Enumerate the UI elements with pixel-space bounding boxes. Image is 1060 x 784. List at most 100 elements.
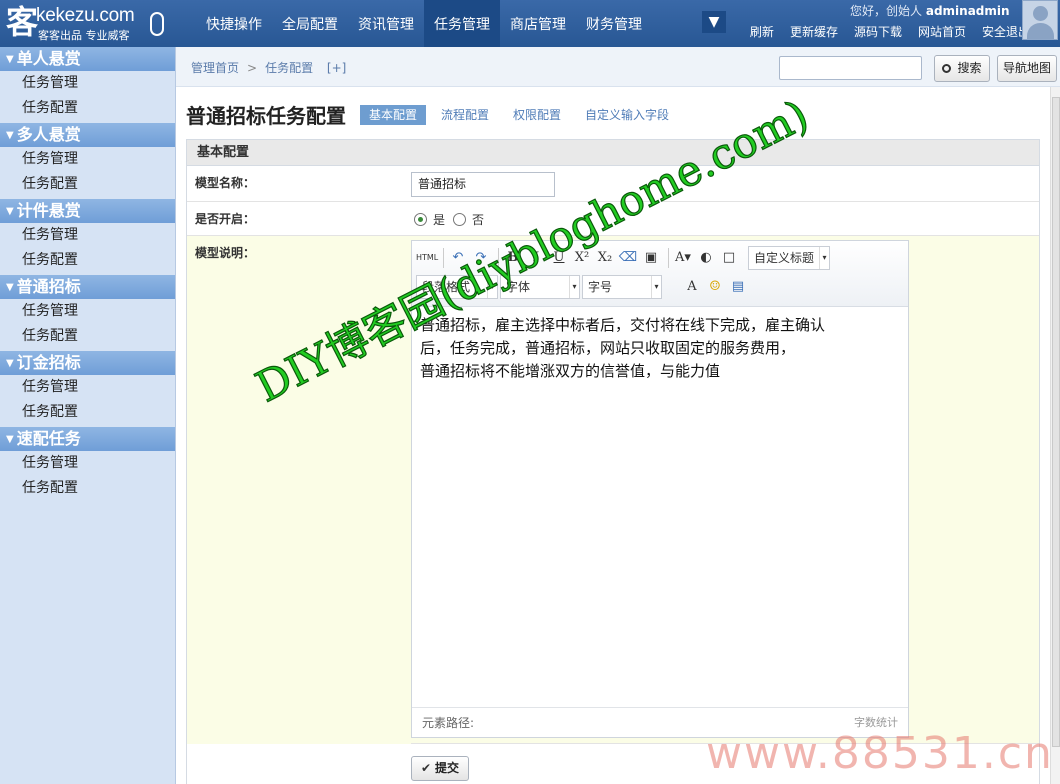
breadcrumb: 管理首页 > 任务配置 [+] — [191, 59, 346, 76]
format-box-icon[interactable]: □ — [719, 248, 739, 268]
underline-icon[interactable]: U — [549, 248, 569, 268]
tab-flow-config[interactable]: 流程配置 — [432, 105, 498, 125]
paragraph-format-select[interactable]: 段落格式 ▾ — [416, 275, 498, 299]
highlight-color-icon[interactable]: ◐ — [696, 248, 716, 268]
sidebar-item-task-management[interactable]: 任务管理 — [0, 223, 175, 248]
enabled-label: 是否开启： — [195, 212, 256, 226]
collapse-triangle-icon: ▼ — [6, 130, 14, 141]
sidebar-group-label: 多人悬赏 — [16, 125, 81, 144]
font-scale-icon[interactable]: A — [682, 277, 702, 297]
custom-title-select[interactable]: 自定义标题 ▾ — [748, 246, 830, 270]
element-path-label: 元素路径: — [422, 716, 475, 730]
bold-icon[interactable]: B — [503, 248, 523, 268]
avatar[interactable] — [1022, 0, 1058, 40]
sidebar-item-task-config[interactable]: 任务配置 — [0, 96, 175, 121]
italic-icon[interactable]: I — [526, 248, 546, 268]
vertical-scrollbar[interactable] — [1050, 87, 1060, 784]
html-source-button[interactable]: HTML — [416, 248, 438, 268]
tab-custom-fields[interactable]: 自定义输入字段 — [576, 105, 678, 125]
nav-task-management[interactable]: 任务管理 — [424, 0, 500, 47]
sidebar-item-task-config[interactable]: 任务配置 — [0, 476, 175, 501]
sidebar-item-task-config[interactable]: 任务配置 — [0, 324, 175, 349]
sidebar-group-title[interactable]: ▼ 普通招标 — [0, 275, 175, 299]
enabled-yes-radio[interactable] — [414, 213, 427, 226]
toolbar-separator — [668, 248, 669, 268]
undo-icon[interactable]: ↶ — [448, 248, 468, 268]
tab-basic-config[interactable]: 基本配置 — [360, 105, 427, 125]
sidebar-item-task-management[interactable]: 任务管理 — [0, 451, 175, 476]
subtabs: 基本配置 流程配置 权限配置 自定义输入字段 — [360, 105, 684, 125]
breadcrumb-add-link[interactable]: [+] — [327, 61, 346, 75]
sidebar-group-single-reward: ▼ 单人悬赏 任务管理 任务配置 — [0, 47, 175, 121]
search-input[interactable] — [779, 56, 922, 80]
sidebar-group-label: 速配任务 — [16, 429, 81, 448]
enabled-no-radio[interactable] — [453, 213, 467, 226]
nav-global-config[interactable]: 全局配置 — [272, 0, 348, 47]
form-section-title: 基本配置 — [187, 140, 1039, 166]
toolbar-separator — [498, 248, 499, 268]
emoticon-icon[interactable]: ☺ — [705, 277, 725, 297]
model-name-label: 模型名称： — [195, 176, 256, 190]
scrollbar-thumb[interactable] — [1052, 97, 1060, 747]
collapse-triangle-icon: ▼ — [6, 434, 14, 445]
breadcrumb-home-link[interactable]: 管理首页 — [191, 61, 239, 75]
subscript-icon[interactable]: X₂ — [595, 248, 615, 268]
config-form: 基本配置 模型名称： 普通招标 是否开启： 是 否 模型说明： HTML ↶ ↷… — [186, 139, 1040, 784]
nav-shop-management[interactable]: 商店管理 — [500, 0, 576, 47]
sidebar-group-title[interactable]: ▼ 单人悬赏 — [0, 47, 175, 71]
sidebar-group-label: 订金招标 — [16, 353, 81, 372]
nav-news-management[interactable]: 资讯管理 — [348, 0, 424, 47]
sidebar-item-task-management[interactable]: 任务管理 — [0, 299, 175, 324]
redo-icon[interactable]: ↷ — [471, 248, 491, 268]
nav-finance-management[interactable]: 财务管理 — [576, 0, 652, 47]
user-name[interactable]: adminadmin — [926, 4, 1010, 18]
editor-content-area[interactable]: 普通招标，雇主选择中标者后，交付将在线下完成，雇主确认 后，任务完成，普通招标，… — [412, 308, 908, 708]
font-color-icon[interactable]: A▾ — [673, 248, 693, 268]
update-cache-link[interactable]: 更新缓存 — [790, 23, 838, 40]
sidebar-group-title[interactable]: ▼ 订金招标 — [0, 351, 175, 375]
main-nav: 快捷操作 全局配置 资讯管理 任务管理 商店管理 财务管理 — [196, 0, 652, 47]
search-button[interactable]: 搜索 — [934, 55, 990, 82]
breadcrumb-current[interactable]: 任务配置 — [265, 61, 313, 75]
sidebar-item-task-management[interactable]: 任务管理 — [0, 375, 175, 400]
sidebar-group-title[interactable]: ▼ 多人悬赏 — [0, 123, 175, 147]
collapse-triangle-icon: ▼ — [6, 54, 14, 65]
font-size-select[interactable]: 字号 ▾ — [582, 275, 662, 299]
editor-content-line: 后，任务完成，普通招标，网站只收取固定的服务费用， — [420, 339, 796, 357]
search-button-label: 搜索 — [957, 61, 982, 75]
eraser-icon[interactable]: ⌫ — [618, 248, 638, 268]
nav-quick-actions[interactable]: 快捷操作 — [196, 0, 272, 47]
sidebar-item-task-config[interactable]: 任务配置 — [0, 400, 175, 425]
refresh-link[interactable]: 刷新 — [750, 23, 774, 40]
editor-content-line: 普通招标将不能增涨双方的信誉值，与能力值 — [420, 362, 721, 380]
insert-word-icon[interactable]: ▤ — [728, 277, 748, 297]
font-family-select[interactable]: 字体 ▾ — [500, 275, 580, 299]
top-links: 刷新 更新缓存 源码下载 网站首页 安全退出 — [734, 23, 1030, 40]
editor-toolbar-row-1: HTML ↶ ↷ B I U X² X₂ ⌫ ▣ A▾ ◐ □ 自定义标题 ▾ — [416, 245, 832, 271]
sidebar-group-title[interactable]: ▼ 速配任务 — [0, 427, 175, 451]
site-home-link[interactable]: 网站首页 — [918, 23, 966, 40]
enabled-no-label: 否 — [472, 213, 485, 227]
enabled-radio-group: 是 否 — [414, 211, 492, 228]
nav-map-button[interactable]: 导航地图 — [997, 55, 1057, 82]
source-download-link[interactable]: 源码下载 — [854, 23, 902, 40]
collapse-triangle-icon: ▼ — [6, 282, 14, 293]
sidebar-group-label: 普通招标 — [16, 277, 81, 296]
superscript-icon[interactable]: X² — [572, 248, 592, 268]
sidebar-item-task-management[interactable]: 任务管理 — [0, 147, 175, 172]
logo-slogan: 客客出品 专业威客 — [38, 29, 130, 42]
logo[interactable]: 客 kekezu.com 客客出品 专业威客 — [0, 0, 176, 47]
tab-permission-config[interactable]: 权限配置 — [504, 105, 570, 125]
font-family-value: 字体 — [506, 280, 531, 294]
sidebar-item-task-config[interactable]: 任务配置 — [0, 172, 175, 197]
custom-title-value: 自定义标题 — [754, 251, 815, 265]
paste-text-icon[interactable]: ▣ — [641, 248, 661, 268]
submit-button[interactable]: ✔ 提交 — [411, 756, 469, 781]
sidebar-group-label: 计件悬赏 — [16, 201, 81, 220]
sidebar-item-task-management[interactable]: 任务管理 — [0, 71, 175, 96]
sidebar-group-title[interactable]: ▼ 计件悬赏 — [0, 199, 175, 223]
nav-more-toggle[interactable]: ▼ — [702, 11, 726, 33]
model-name-field[interactable]: 普通招标 — [411, 172, 555, 197]
sidebar-group-deposit-tender: ▼ 订金招标 任务管理 任务配置 — [0, 351, 175, 425]
sidebar-item-task-config[interactable]: 任务配置 — [0, 248, 175, 273]
